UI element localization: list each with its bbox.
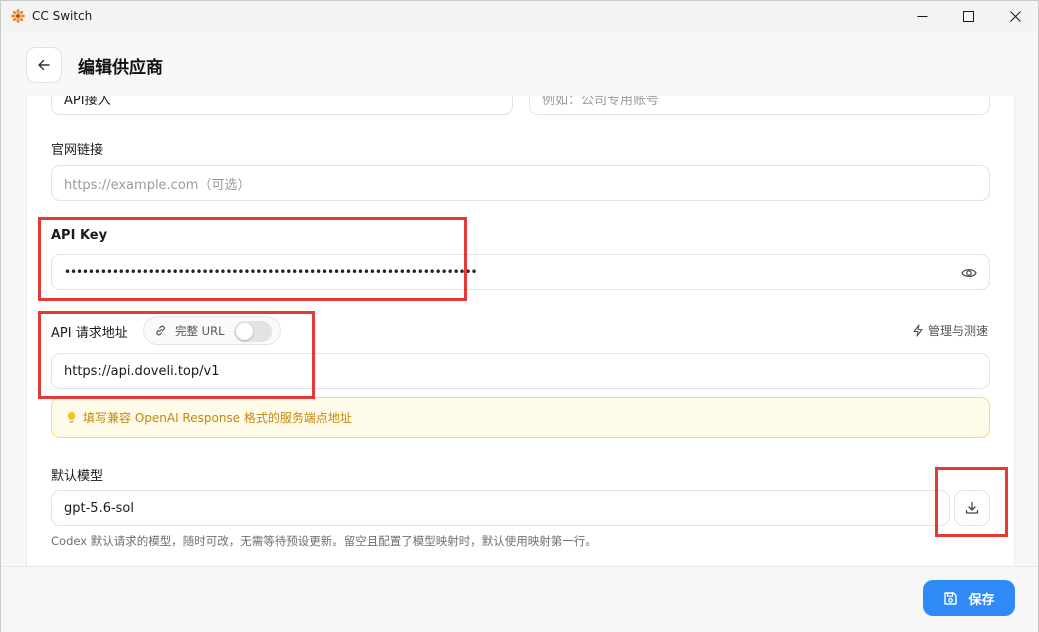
default-model-value: gpt-5.6-sol: [64, 500, 134, 516]
app-logo-icon: [11, 9, 25, 23]
maximize-button[interactable]: [945, 1, 991, 32]
default-model-input[interactable]: gpt-5.6-sol: [51, 490, 950, 526]
endpoint-hint: 填写兼容 OpenAI Response 格式的服务端点地址: [51, 397, 990, 438]
app-window: CC Switch 编辑供应商 API接入 例如：公司专用账号 官网链接 htt…: [0, 0, 1039, 632]
save-icon: [944, 591, 958, 605]
minimize-icon: [917, 16, 927, 17]
default-model-label: 默认模型: [51, 469, 104, 484]
manage-speedtest-link[interactable]: 管理与测速: [912, 322, 988, 339]
back-button[interactable]: [26, 47, 62, 83]
lightbulb-icon: [67, 411, 76, 423]
website-label: 官网链接: [51, 143, 104, 158]
save-label: 保存: [968, 592, 995, 608]
annotation-box-api-key: [38, 217, 467, 301]
eye-icon[interactable]: [961, 266, 977, 280]
website-placeholder: https://example.com（可选）: [64, 177, 251, 193]
close-button[interactable]: [992, 1, 1038, 32]
arrow-left-icon: [38, 59, 50, 71]
window-title: CC Switch: [32, 9, 93, 23]
save-button[interactable]: 保存: [923, 580, 1015, 616]
annotation-box-fetch: [935, 467, 1008, 537]
footer-bar: [1, 566, 1038, 632]
close-icon: [1009, 11, 1021, 22]
minimize-button[interactable]: [899, 1, 945, 32]
website-input[interactable]: https://example.com（可选）: [51, 165, 990, 201]
manage-speedtest-label: 管理与测速: [928, 324, 989, 338]
maximize-icon: [962, 11, 974, 22]
title-bar: CC Switch: [1, 1, 1038, 32]
endpoint-hint-text: 填写兼容 OpenAI Response 格式的服务端点地址: [83, 411, 352, 425]
lightning-icon: [913, 324, 923, 337]
page-title: 编辑供应商: [78, 58, 163, 78]
annotation-box-endpoint: [38, 311, 315, 399]
default-model-help: Codex 默认请求的模型，随时可改，无需等待预设更新。留空且配置了模型映射时，…: [51, 534, 597, 548]
